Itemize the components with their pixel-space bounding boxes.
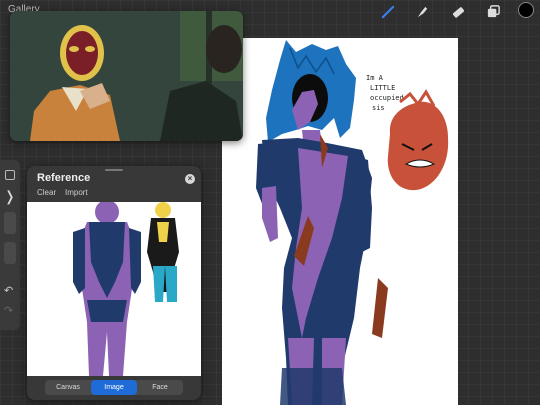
redo-button[interactable]: ↷: [4, 304, 16, 318]
tab-image[interactable]: Image: [91, 380, 137, 395]
handwriting-line-2: LITTLE: [370, 84, 395, 92]
handwriting-line-3: occupied: [370, 94, 404, 102]
layers-icon[interactable]: [485, 3, 501, 19]
handwriting-line-4: sis: [372, 104, 385, 112]
eraser-icon[interactable]: [450, 3, 466, 19]
video-player[interactable]: [10, 11, 243, 141]
smudge-icon[interactable]: [414, 3, 430, 19]
reference-panel: Reference Clear Import × Canvas Image Fa…: [27, 166, 201, 400]
tab-face[interactable]: Face: [137, 380, 183, 395]
import-button[interactable]: Import: [65, 188, 88, 197]
opacity-slider[interactable]: [4, 242, 16, 264]
handwriting-line-1: Im A: [366, 74, 384, 82]
drawing-canvas[interactable]: Im A LITTLE occupied sis: [222, 38, 458, 405]
brush-icon[interactable]: [380, 3, 396, 19]
reference-tabs: Canvas Image Face: [45, 380, 183, 395]
red-face-doodle: [387, 89, 449, 191]
modify-icon[interactable]: [5, 170, 15, 180]
reference-title: Reference: [37, 172, 91, 184]
panel-drag-handle[interactable]: [105, 169, 123, 171]
reference-image: [27, 202, 201, 376]
canvas-artwork: Im A LITTLE occupied sis: [256, 40, 449, 405]
reference-artwork: [73, 202, 179, 376]
video-frame: [10, 11, 243, 141]
left-sidebar: ❭ ↶ ↷: [0, 160, 20, 330]
color-picker-button[interactable]: [518, 2, 534, 18]
tab-canvas[interactable]: Canvas: [45, 380, 91, 395]
brush-size-slider[interactable]: [4, 212, 16, 234]
close-icon[interactable]: ×: [185, 174, 195, 184]
clear-button[interactable]: Clear: [37, 188, 56, 197]
expand-sidebar-button[interactable]: ❭: [4, 188, 16, 204]
undo-button[interactable]: ↶: [4, 284, 16, 298]
